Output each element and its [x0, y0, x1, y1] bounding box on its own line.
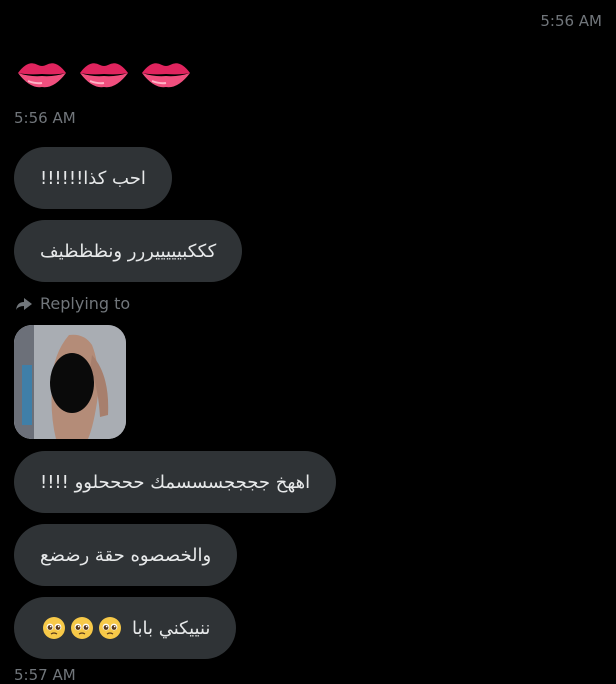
message-bubble[interactable]: احب كذا!!!!!! [14, 147, 172, 209]
pleading-face-icon [71, 617, 93, 639]
timestamp-top: 5:56 AM [540, 12, 602, 30]
message-text: كككبيييييررر ونظظظيف [40, 240, 217, 262]
message-text: احب كذا!!!!!! [40, 167, 146, 189]
message-bubble[interactable]: اههخ ججججسسسمك ححححلوو !!!! [14, 451, 337, 513]
reply-arrow-icon [16, 297, 32, 310]
timestamp-bottom: 5:57 AM [14, 666, 76, 684]
message-text: اههخ ججججسسسمك ححححلوو !!!! [40, 471, 311, 493]
message-bubble[interactable]: والخصصوه حقة رضضع [14, 524, 238, 586]
kiss-lips-icon [142, 63, 190, 88]
reply-label: Replying to [40, 294, 131, 313]
message-bubble[interactable]: كككبيييييررر ونظظظيف [14, 220, 243, 282]
message-bubble[interactable]: ننييكني بابا [14, 597, 237, 659]
kiss-lips-icon [18, 63, 66, 88]
kiss-lips-icon [80, 63, 128, 88]
message-text: والخصصوه حقة رضضع [40, 544, 212, 566]
message-text: ننييكني بابا [132, 617, 211, 639]
pleading-face-icon [43, 617, 65, 639]
replied-media-thumbnail[interactable] [14, 325, 126, 439]
emoji-group [40, 616, 124, 640]
lips-emoji-row [16, 55, 192, 91]
timestamp-mid: 5:56 AM [14, 109, 76, 127]
replying-to-indicator: Replying to [14, 294, 130, 313]
pleading-face-icon [99, 617, 121, 639]
